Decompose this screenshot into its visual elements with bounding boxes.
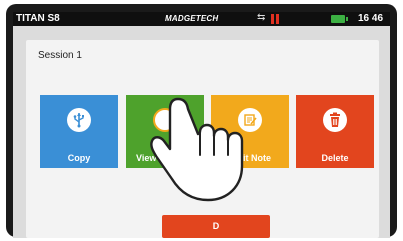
trash-icon [323,108,347,132]
battery-icon [331,15,348,23]
delete-label: Delete [321,153,349,163]
delete-button[interactable]: Delete [296,95,374,168]
session-title: Session 1 [38,50,82,61]
device-name: TITAN S8 [16,13,60,24]
copy-label: Copy [67,153,91,163]
usb-status-icon: ⇆ [257,12,266,23]
brand-logo: MADGETECH [165,14,219,23]
bottom-action-label: D [212,221,220,231]
alarm-icon [271,14,279,24]
status-bar: TITAN S8 MADGETECH ⇆ 16 46 [13,12,390,26]
clock: 16 46 [358,13,384,24]
bottom-action-button[interactable]: D [162,215,270,238]
usb-icon [67,108,91,132]
copy-button[interactable]: Copy [40,95,118,168]
pointing-hand-icon [150,97,244,202]
